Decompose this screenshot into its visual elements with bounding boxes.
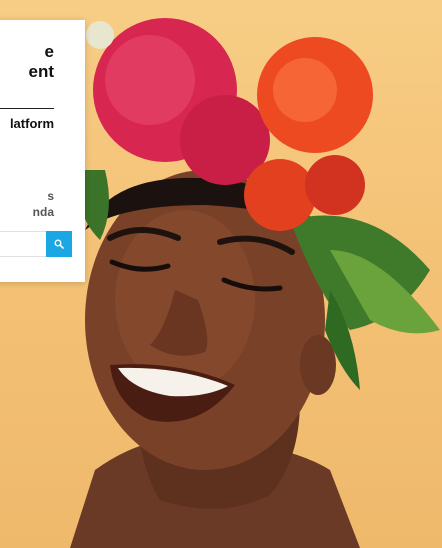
flower-orange-small	[244, 159, 316, 231]
card-divider	[0, 108, 54, 109]
search-button[interactable]	[46, 231, 72, 257]
flower-pink-center	[105, 35, 195, 125]
ear	[300, 335, 336, 395]
flower-red-small	[305, 155, 365, 215]
card-title: e ent	[28, 42, 55, 81]
card-subtitle: latform	[9, 116, 54, 131]
flower-orange-center	[273, 58, 337, 122]
flower-bud	[86, 21, 114, 49]
card-description: s nda	[32, 189, 54, 219]
search-card: e ent latform s nda	[0, 20, 85, 282]
search-icon	[54, 239, 64, 249]
